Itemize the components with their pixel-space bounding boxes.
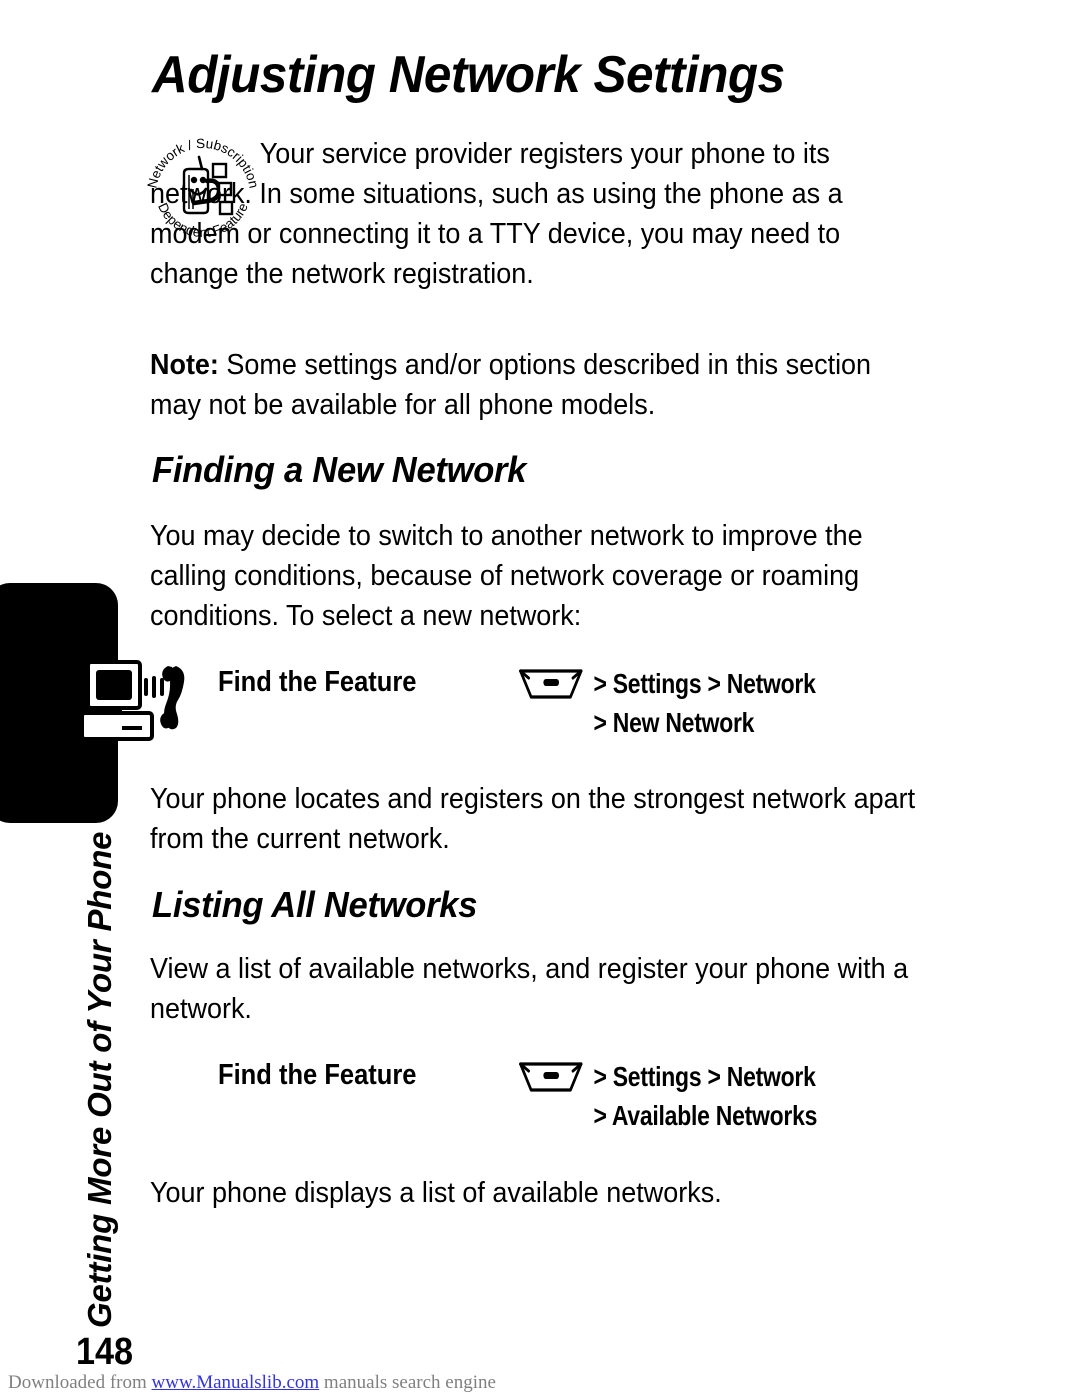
- section-paragraph-finding-result: Your phone locates and registers on the …: [150, 783, 916, 855]
- intro-paragraph: Your service provider registers your pho…: [150, 138, 843, 290]
- find-the-feature-line-3: > Settings > Network: [518, 1057, 895, 1096]
- find-the-feature-path-1: > Settings > Network > New Network: [518, 664, 978, 742]
- find-the-feature-line-2: > New Network: [518, 703, 895, 742]
- section-heading-finding-a-new-network: Finding a New Network: [152, 449, 527, 490]
- manualslib-link[interactable]: www.Manualslib.com: [152, 1372, 320, 1393]
- note-text: Some settings and/or options described i…: [150, 349, 872, 421]
- find-the-feature-block-2: Find the Feature > Settings > Network > …: [218, 1057, 978, 1149]
- document-page: Adjusting Network Settings Network / Sub…: [0, 0, 1080, 1397]
- find-the-feature-crumb-3: > Settings > Network: [593, 1061, 816, 1092]
- note-label: Note:: [150, 349, 219, 381]
- find-the-feature-line-1: > Settings > Network: [518, 664, 895, 703]
- note-paragraph: Note: Some settings and/or options descr…: [150, 345, 885, 425]
- page-title: Adjusting Network Settings: [152, 46, 785, 104]
- menu-key-icon: [518, 1059, 584, 1093]
- footer-prefix: Downloaded from: [8, 1372, 152, 1393]
- section-paragraph-listing-result: Your phone displays a list of available …: [150, 1177, 722, 1209]
- section-heading-listing-all-networks: Listing All Networks: [152, 884, 478, 925]
- section-paragraph-listing-intro: View a list of available networks, and r…: [150, 953, 909, 1025]
- find-the-feature-label: Find the Feature: [218, 666, 417, 698]
- page-number: 148: [76, 1331, 134, 1373]
- chapter-sidebar-caption: Getting More Out of Your Phone: [81, 831, 118, 1328]
- footer-suffix: manuals search engine: [319, 1372, 496, 1393]
- footer-attribution: Downloaded from www.Manualslib.com manua…: [8, 1371, 496, 1395]
- find-the-feature-crumb-2: > New Network: [593, 707, 755, 738]
- section-paragraph-finding-intro: You may decide to switch to another netw…: [150, 520, 863, 632]
- find-the-feature-crumb-1: > Settings > Network: [593, 668, 816, 699]
- menu-key-icon: [518, 666, 584, 700]
- find-the-feature-label-2: Find the Feature: [218, 1059, 417, 1091]
- computer-and-telephone-icon: [78, 660, 190, 750]
- find-the-feature-crumb-4: > Available Networks: [593, 1100, 818, 1131]
- find-the-feature-block-1: Find the Feature > Settings > Network > …: [218, 664, 978, 756]
- find-the-feature-line-4: > Available Networks: [518, 1096, 895, 1135]
- find-the-feature-path-2: > Settings > Network > Available Network…: [518, 1057, 978, 1135]
